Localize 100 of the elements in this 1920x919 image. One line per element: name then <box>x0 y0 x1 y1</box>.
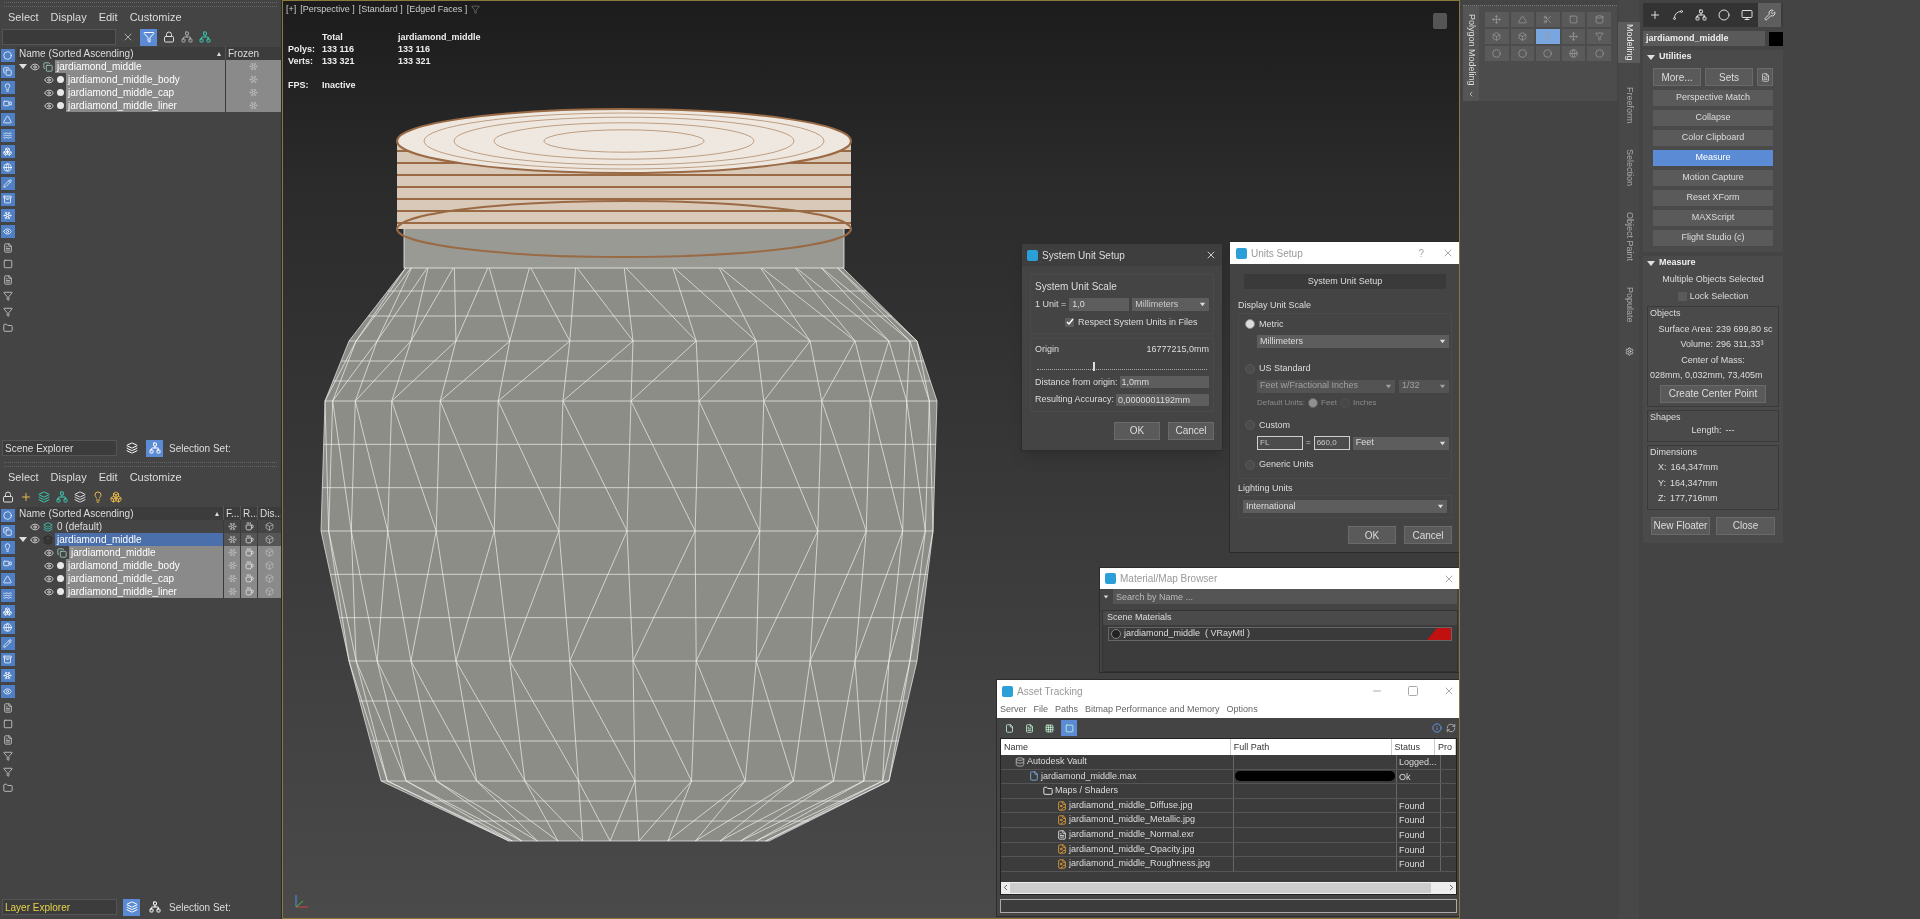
menu-item[interactable]: Paths <box>1055 703 1079 717</box>
dialog-button[interactable]: Cancel <box>1168 421 1214 440</box>
container-toggle[interactable] <box>0 653 15 666</box>
dropdown-arrow-icon[interactable] <box>1103 593 1109 600</box>
create-center-point-button[interactable]: Create Center Point <box>1660 384 1766 403</box>
measure-button[interactable]: New Floater <box>1651 516 1710 535</box>
waves-toggle[interactable] <box>0 129 15 142</box>
folder-icon[interactable] <box>2 322 13 333</box>
viewport-label[interactable]: [Standard ] <box>358 3 403 17</box>
tree-item[interactable]: jardiamond_middle_body <box>66 73 225 86</box>
layers-button[interactable] <box>123 439 140 457</box>
container-toggle[interactable] <box>0 193 15 206</box>
ribbon-tab[interactable]: Freeform <box>1618 84 1640 126</box>
filter-icon[interactable] <box>2 306 13 317</box>
filter-icon[interactable] <box>2 766 13 777</box>
tree-item[interactable]: jardiamond_middle_cap <box>66 86 225 99</box>
teapot-icon[interactable] <box>244 574 254 583</box>
teapot-icon[interactable] <box>244 587 254 596</box>
folder-icon[interactable] <box>2 782 13 793</box>
custom-value-field[interactable]: 660,0 <box>1313 436 1350 450</box>
search-field[interactable] <box>2 29 116 45</box>
utility-button[interactable]: Perspective Match <box>1653 90 1773 106</box>
object-name-field[interactable]: jardiamond_middle <box>1643 31 1765 46</box>
utility-button[interactable]: Collapse <box>1653 110 1773 126</box>
search-field[interactable]: Search by Name ... <box>1113 589 1457 604</box>
utility-button[interactable]: Motion Capture <box>1653 170 1773 186</box>
hierarchy-icon[interactable] <box>181 31 193 43</box>
ribbon-tab[interactable]: Populate <box>1618 285 1640 325</box>
square-icon[interactable] <box>2 258 13 269</box>
globe-toggle[interactable] <box>0 161 15 174</box>
eye-icon[interactable] <box>30 521 40 532</box>
light-toggle[interactable] <box>0 541 15 554</box>
asset-name-cell[interactable]: jardiamond_middle_Roughness.jpg <box>1001 857 1234 871</box>
snowflake-toggle[interactable] <box>0 669 15 682</box>
cube-icon[interactable] <box>265 522 274 531</box>
tree-item[interactable]: jardiamond_middle_liner <box>66 585 223 598</box>
tree-item[interactable]: jardiamond_middle <box>55 60 225 73</box>
lock-icon[interactable] <box>2 491 14 503</box>
menu-item[interactable]: Edit <box>98 468 118 486</box>
layers-button[interactable] <box>123 898 140 916</box>
snowflake-icon[interactable] <box>227 522 237 531</box>
pencil-toggle[interactable] <box>0 177 15 190</box>
utility-button[interactable]: Measure <box>1653 150 1773 166</box>
square-icon[interactable] <box>2 718 13 729</box>
horizontal-scrollbar[interactable] <box>1001 881 1456 894</box>
column-header[interactable]: Dis... <box>257 506 281 521</box>
filter-icon[interactable] <box>471 5 481 15</box>
eye-icon[interactable] <box>44 573 54 584</box>
measure-button[interactable]: Close <box>1716 516 1775 535</box>
tree-item[interactable]: jardiamond_middle_liner <box>66 99 225 112</box>
menu-item[interactable]: Display <box>50 468 87 486</box>
asset-name-cell[interactable]: jardiamond_middle_Metallic.jpg <box>1001 813 1234 827</box>
highlight-icon[interactable] <box>92 491 104 503</box>
asset-name-cell[interactable]: jardiamond_middle.max <box>1001 769 1234 784</box>
column-header[interactable]: Full Path <box>1230 739 1392 755</box>
teapot-icon[interactable] <box>244 561 254 570</box>
ribbon-tool-button[interactable] <box>1561 46 1586 61</box>
custom-name-field[interactable]: FL <box>1257 436 1303 450</box>
waves-toggle[interactable] <box>0 589 15 602</box>
asset-name-cell[interactable]: Maps / Shaders <box>1001 784 1234 798</box>
utility-button[interactable]: Color Clipboard <box>1653 130 1773 146</box>
ribbon-tool-button[interactable] <box>1561 29 1586 44</box>
filter-icon[interactable] <box>2 290 13 301</box>
ruler-toggle[interactable] <box>0 573 15 586</box>
utility-button[interactable]: More... <box>1653 68 1701 86</box>
configure-button[interactable] <box>1757 68 1773 86</box>
column-header[interactable]: Name (Sorted Ascending) <box>17 506 215 521</box>
menu-item[interactable]: Customize <box>129 468 182 486</box>
hierarchy-icon[interactable] <box>56 491 68 503</box>
tree-item[interactable]: 0 (default) <box>55 520 223 533</box>
snowflake-icon[interactable] <box>227 535 237 544</box>
shapes-toggle[interactable] <box>0 525 15 538</box>
menu-item[interactable]: Options <box>1226 703 1258 717</box>
tree-item[interactable]: jardiamond_middle_cap <box>66 572 223 585</box>
teapot-icon[interactable] <box>244 522 254 531</box>
explorer-dropdown[interactable]: Layer Explorer <box>2 899 117 915</box>
eye-icon[interactable] <box>44 87 54 98</box>
ribbon-tab[interactable]: Selection <box>1618 147 1640 189</box>
menu-item[interactable]: Edit <box>98 8 118 26</box>
layers-icon[interactable] <box>74 491 86 503</box>
explorer-dropdown[interactable]: Scene Explorer <box>2 440 117 456</box>
close-icon[interactable] <box>1205 249 1217 261</box>
refresh-icon[interactable] <box>1446 723 1456 733</box>
filter-button[interactable] <box>140 28 157 46</box>
utility-button[interactable]: Flight Studio (c) <box>1653 230 1773 246</box>
column-header[interactable]: F... <box>223 506 240 521</box>
cube-icon[interactable] <box>265 535 274 544</box>
command-tab[interactable] <box>1735 3 1758 27</box>
eye-icon[interactable] <box>30 534 40 545</box>
group-toggle[interactable] <box>0 145 15 158</box>
utility-button[interactable]: Sets <box>1705 68 1753 86</box>
objects-icon[interactable] <box>110 491 122 503</box>
menu-item[interactable]: Bitmap Performance and Memory <box>1085 703 1220 717</box>
accuracy-field[interactable]: 0,0000001192mm <box>1116 393 1209 406</box>
menu-item[interactable]: Customize <box>129 8 182 26</box>
rollout-arrow-icon[interactable] <box>1647 54 1655 60</box>
radio-button[interactable] <box>1245 319 1255 330</box>
distance-field[interactable]: 1,0mm <box>1119 376 1209 389</box>
teapot-icon[interactable] <box>244 535 254 544</box>
tree-item[interactable]: jardiamond_middle_body <box>66 559 223 572</box>
